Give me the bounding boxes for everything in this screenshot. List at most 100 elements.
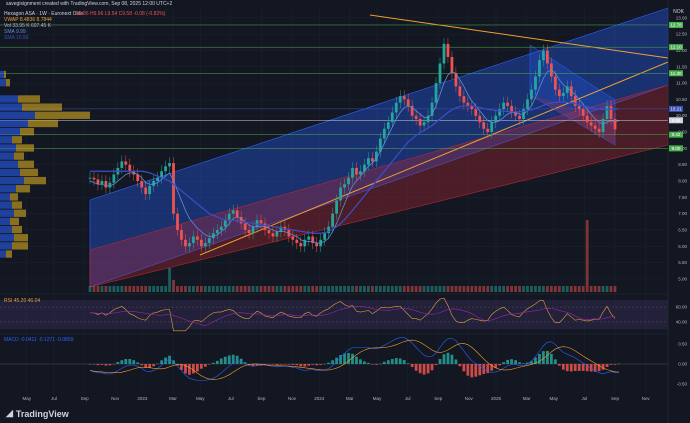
volume-bar	[466, 286, 470, 292]
candle-body	[192, 236, 195, 244]
macd-hist-bar	[108, 364, 112, 366]
volume-bar	[148, 286, 152, 292]
macd-hist-bar	[390, 358, 394, 364]
macd-hist-bar	[92, 364, 96, 365]
time-tick-label: 2025	[491, 396, 502, 401]
profile-bar-gold	[24, 176, 46, 185]
macd-hist-bar	[605, 364, 609, 367]
volume-bar	[211, 286, 215, 292]
macd-hist-bar	[359, 359, 362, 364]
candle-body	[351, 167, 354, 178]
volume-bar	[530, 286, 533, 292]
price-tick-label: 5.50	[678, 260, 687, 265]
macd-hist-bar	[287, 364, 291, 365]
macd-hist-bar	[347, 352, 350, 364]
macd-hist-bar	[331, 360, 334, 364]
volume-bar	[335, 286, 338, 292]
candle-body	[323, 233, 327, 240]
volume-bar	[549, 286, 553, 292]
macd-hist-bar	[382, 361, 386, 364]
profile-bar-gold	[10, 217, 19, 226]
candle-body	[581, 109, 585, 116]
macd-hist-bar	[100, 364, 104, 365]
macd-hist-bar	[450, 354, 454, 364]
volume-bar	[243, 286, 247, 292]
macd-hist-bar	[219, 358, 223, 364]
key-level-label: 9.86	[672, 118, 681, 123]
candle-body	[227, 213, 231, 221]
macd-hist-bar	[613, 364, 617, 365]
volume-bar	[112, 286, 116, 292]
volume-bar	[371, 286, 374, 292]
volume-bar	[454, 286, 458, 292]
volume-bar	[271, 286, 275, 292]
volume-bar	[128, 286, 132, 292]
macd-hist-bar	[128, 358, 132, 364]
volume-bar	[160, 286, 163, 292]
macd-hist-bar	[546, 350, 549, 364]
volume-bar	[553, 286, 557, 292]
candle-body	[450, 56, 454, 74]
macd-hist-bar	[502, 362, 506, 364]
macd-hist-bar	[378, 363, 382, 365]
candle-body	[235, 210, 239, 217]
macd-hist-bar	[414, 364, 418, 371]
volume-bar	[490, 286, 494, 292]
volume-bar	[196, 286, 199, 292]
candle-body	[203, 243, 207, 247]
profile-bar-gold	[10, 193, 18, 201]
profile-bar-blue	[0, 144, 16, 152]
price-tick-label: 11.00	[676, 81, 687, 86]
macd-hist-bar	[207, 364, 211, 365]
volume-bar	[430, 286, 434, 292]
volume-bar	[239, 286, 243, 292]
macd-hist-bar	[132, 360, 136, 364]
chart-canvas[interactable]: 5.005.506.006.507.007.508.008.509.009.50…	[0, 0, 690, 423]
macd-hist-bar	[124, 358, 128, 364]
macd-hist-bar	[315, 364, 319, 366]
candle-body	[382, 128, 386, 139]
volume-bar	[414, 286, 418, 292]
volume-bar	[486, 286, 490, 292]
candle-body	[196, 236, 199, 240]
macd-hist-bar	[367, 362, 370, 364]
candle-body	[605, 105, 609, 119]
macd-hist-bar	[136, 362, 140, 364]
volume-bar	[327, 286, 331, 292]
macd-hist-bar	[609, 364, 613, 365]
profile-bar-gold	[20, 168, 38, 177]
volume-bar	[526, 286, 529, 292]
macd-hist-bar	[227, 355, 231, 364]
volume-bar	[534, 286, 537, 292]
macd-hist-bar	[311, 364, 315, 365]
profile-bar-gold	[18, 160, 34, 168]
volume-bar	[199, 286, 203, 292]
candle-body	[589, 122, 593, 126]
candle-body	[486, 128, 490, 133]
volume-bar	[311, 286, 315, 292]
time-tick-label: Nov	[465, 396, 474, 401]
volume-bar	[542, 286, 545, 292]
time-tick-label: Nov	[288, 396, 297, 401]
time-tick-label: May	[373, 396, 382, 401]
profile-bar-blue	[0, 217, 10, 226]
macd-hist-bar	[446, 352, 450, 364]
candle-body	[402, 96, 406, 100]
candle-body	[546, 50, 549, 64]
time-tick-label: Sep	[81, 396, 90, 401]
volume-bar	[100, 286, 104, 292]
time-tick-label: Mar	[523, 396, 531, 401]
candle-body	[100, 181, 104, 185]
volume-bar	[367, 286, 370, 292]
candle-body	[418, 118, 422, 126]
time-tick-label: Sep	[611, 396, 620, 401]
rsi-tick-label: 40.00	[676, 319, 688, 324]
candle-body	[156, 177, 159, 182]
top-note: savegisignment created with TradingView.…	[6, 1, 173, 7]
profile-bar-blue	[0, 111, 35, 119]
profile-bar-gold	[16, 144, 34, 152]
volume-bar	[164, 286, 167, 292]
volume-bar	[510, 286, 513, 292]
macd-hist-bar	[422, 364, 426, 375]
candle-body	[386, 122, 390, 129]
